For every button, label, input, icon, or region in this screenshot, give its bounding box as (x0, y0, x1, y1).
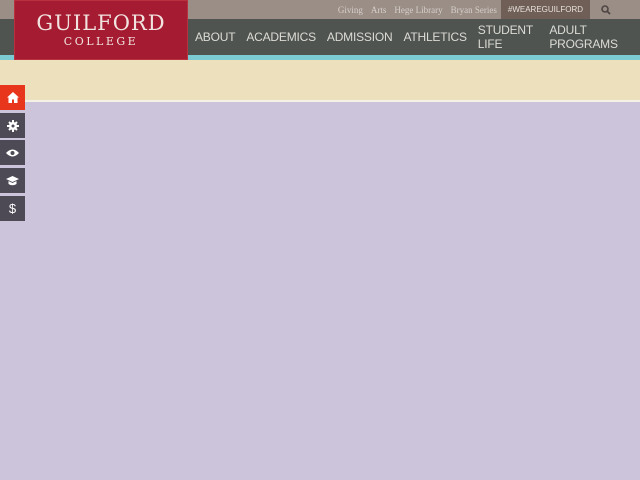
home-icon[interactable] (0, 85, 25, 110)
link-giving[interactable]: Giving (338, 5, 363, 15)
logo-line2: COLLEGE (63, 35, 139, 48)
nav-athletics[interactable]: ATHLETICS (403, 30, 467, 44)
nav-student-life[interactable]: STUDENT LIFE (478, 23, 539, 51)
graduation-cap-icon[interactable] (0, 168, 25, 193)
link-hege-library[interactable]: Hege Library (394, 5, 442, 15)
nav-admission[interactable]: ADMISSION (327, 30, 393, 44)
guilford-logo[interactable]: GUILFORD COLLEGE (14, 0, 188, 60)
weareguilford-link[interactable]: #WEAREGUILFORD (500, 0, 590, 19)
banner-area (0, 60, 640, 102)
logo-line1: GUILFORD (36, 11, 166, 35)
eye-icon[interactable] (0, 140, 25, 165)
gear-icon[interactable] (0, 113, 25, 138)
link-bryan-series[interactable]: Bryan Series (451, 5, 497, 15)
nav-adult-programs[interactable]: ADULT PROGRAMS (549, 23, 629, 51)
search-icon[interactable] (590, 0, 622, 19)
nav-academics[interactable]: ACADEMICS (246, 30, 316, 44)
nav-about[interactable]: ABOUT (195, 30, 236, 44)
dollar-icon[interactable]: $ (0, 196, 25, 221)
utility-links: Giving Arts Hege Library Bryan Series #W… (338, 0, 640, 19)
link-arts[interactable]: Arts (371, 5, 387, 15)
